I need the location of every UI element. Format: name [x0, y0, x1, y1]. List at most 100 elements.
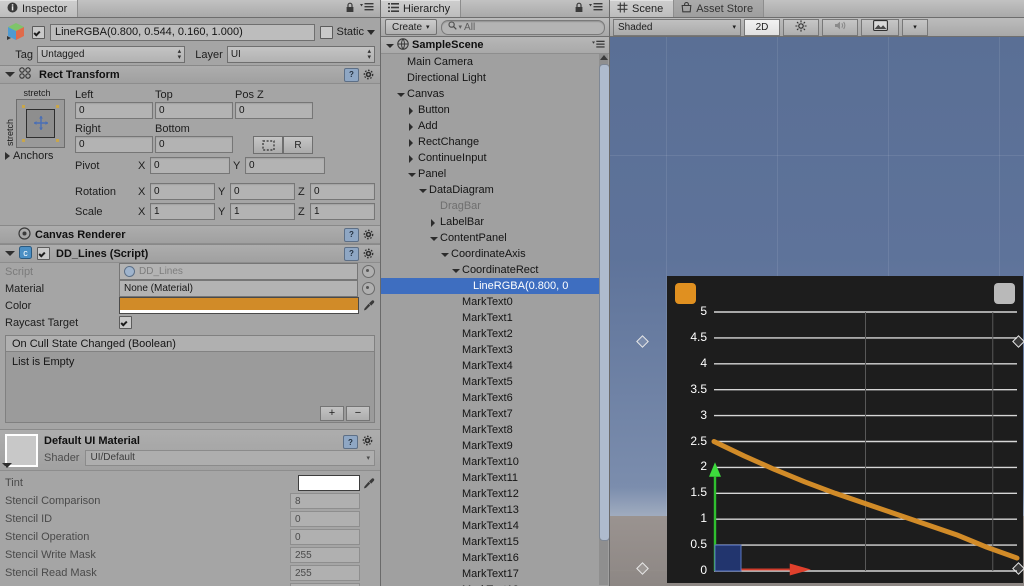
- dd-lines-enabled-checkbox[interactable]: [37, 247, 50, 260]
- hierarchy-item-button[interactable]: Button: [381, 102, 609, 118]
- scene-foldout-icon[interactable]: [385, 41, 394, 50]
- chevron-down-icon[interactable]: [451, 266, 460, 275]
- tab-hierarchy[interactable]: Hierarchy: [381, 0, 462, 17]
- hierarchy-item-marktext4[interactable]: MarkText4: [381, 358, 609, 374]
- event-add-button[interactable]: +: [320, 406, 344, 421]
- script-object-picker[interactable]: [362, 265, 375, 278]
- hierarchy-item-marktext15[interactable]: MarkText15: [381, 534, 609, 550]
- shader-dropdown[interactable]: UI/Default ▾: [85, 449, 375, 466]
- scene-effects-toggle[interactable]: [861, 18, 899, 36]
- draw-mode-dropdown[interactable]: Shaded ▾: [613, 18, 741, 36]
- scale-x-input[interactable]: 1: [150, 203, 215, 220]
- hierarchy-item-labelbar[interactable]: LabelBar: [381, 214, 609, 230]
- hierarchy-item-linergba-0-800-0[interactable]: LineRGBA(0.800, 0: [381, 278, 609, 294]
- anchors-foldout[interactable]: Anchors: [5, 150, 69, 162]
- foldout-icon[interactable]: [2, 463, 12, 468]
- gear-icon[interactable]: [362, 435, 374, 447]
- gear-icon[interactable]: [363, 69, 375, 81]
- hierarchy-item-canvas[interactable]: Canvas: [381, 86, 609, 102]
- tab-asset-store[interactable]: Asset Store: [674, 0, 765, 17]
- scale-z-input[interactable]: 1: [310, 203, 375, 220]
- hierarchy-item-marktext5[interactable]: MarkText5: [381, 374, 609, 390]
- chevron-down-icon[interactable]: [440, 250, 449, 259]
- hierarchy-item-marktext12[interactable]: MarkText12: [381, 486, 609, 502]
- hierarchy-item-marktext11[interactable]: MarkText11: [381, 470, 609, 486]
- scale-y-input[interactable]: 1: [230, 203, 295, 220]
- hamburger-menu-icon[interactable]: [360, 2, 374, 15]
- raycast-target-checkbox[interactable]: [119, 316, 132, 329]
- hierarchy-item-marktext0[interactable]: MarkText0: [381, 294, 609, 310]
- hierarchy-item-marktext14[interactable]: MarkText14: [381, 518, 609, 534]
- posz-input[interactable]: 0: [235, 102, 313, 119]
- hierarchy-item-marktext13[interactable]: MarkText13: [381, 502, 609, 518]
- eyedropper-icon[interactable]: [363, 477, 375, 490]
- hierarchy-item-marktext16[interactable]: MarkText16: [381, 550, 609, 566]
- right-input[interactable]: 0: [75, 136, 153, 153]
- anchor-preset-widget[interactable]: stretch stretch Anchors: [5, 88, 69, 220]
- rotation-z-input[interactable]: 0: [310, 183, 375, 200]
- blueprint-mode-button[interactable]: [253, 136, 283, 154]
- scrollbar-up-arrow-icon[interactable]: [600, 55, 608, 60]
- chevron-right-icon[interactable]: [407, 154, 416, 163]
- dd-lines-header[interactable]: c DD_Lines (Script) ?: [0, 245, 380, 263]
- scene-effects-dropdown[interactable]: ▾: [902, 18, 928, 36]
- color-swatch-field[interactable]: [119, 297, 359, 314]
- pivot-x-input[interactable]: 0: [150, 157, 230, 174]
- static-checkbox[interactable]: [320, 25, 334, 39]
- hierarchy-item-marktext18[interactable]: MarkText18: [381, 582, 609, 586]
- hierarchy-item-marktext3[interactable]: MarkText3: [381, 342, 609, 358]
- layer-dropdown[interactable]: UI ▴ ▾: [226, 46, 375, 63]
- scene-root-row[interactable]: SampleScene: [381, 37, 609, 54]
- eyedropper-icon[interactable]: [363, 299, 375, 312]
- lock-icon[interactable]: [345, 2, 355, 16]
- help-icon[interactable]: ?: [344, 246, 359, 261]
- hierarchy-item-dragbar[interactable]: DragBar: [381, 198, 609, 214]
- toggle-2d-button[interactable]: 2D: [744, 18, 780, 36]
- chevron-right-icon[interactable]: [429, 218, 438, 227]
- scene-context-menu-icon[interactable]: [592, 40, 605, 51]
- lock-icon[interactable]: [574, 2, 584, 16]
- static-dropdown-icon[interactable]: [367, 29, 375, 35]
- material-object-field[interactable]: None (Material): [119, 280, 358, 297]
- chevron-down-icon[interactable]: [396, 90, 405, 99]
- hierarchy-item-marktext6[interactable]: MarkText6: [381, 390, 609, 406]
- gear-icon[interactable]: [363, 229, 375, 241]
- selection-handle[interactable]: [1012, 562, 1024, 575]
- hierarchy-item-marktext1[interactable]: MarkText1: [381, 310, 609, 326]
- help-icon[interactable]: ?: [343, 435, 358, 449]
- material-object-picker[interactable]: [362, 282, 375, 295]
- stencil-comparison-input[interactable]: 8: [290, 493, 360, 509]
- hierarchy-item-coordinaterect[interactable]: CoordinateRect: [381, 262, 609, 278]
- rotation-y-input[interactable]: 0: [230, 183, 295, 200]
- gameobject-name-field[interactable]: LineRGBA(0.800, 0.544, 0.160, 1.000): [50, 23, 316, 41]
- scene-lighting-toggle[interactable]: [783, 18, 819, 36]
- chevron-right-icon[interactable]: [407, 138, 416, 147]
- tab-inspector[interactable]: Inspector: [0, 0, 79, 17]
- gear-icon[interactable]: [363, 248, 375, 260]
- material-header[interactable]: Default UI Material Shader UI/Default ▾ …: [0, 430, 380, 470]
- hamburger-menu-icon[interactable]: [589, 2, 603, 15]
- stencil-operation-input[interactable]: 0: [290, 529, 360, 545]
- chevron-down-icon[interactable]: [429, 234, 438, 243]
- top-input[interactable]: 0: [155, 102, 233, 119]
- hierarchy-item-marktext7[interactable]: MarkText7: [381, 406, 609, 422]
- hierarchy-item-coordinateaxis[interactable]: CoordinateAxis: [381, 246, 609, 262]
- hierarchy-item-marktext2[interactable]: MarkText2: [381, 326, 609, 342]
- hierarchy-item-panel[interactable]: Panel: [381, 166, 609, 182]
- chevron-right-icon[interactable]: [407, 106, 416, 115]
- canvas-renderer-header[interactable]: Canvas Renderer ?: [0, 226, 380, 244]
- selection-handle[interactable]: [636, 562, 649, 575]
- hierarchy-item-directional-light[interactable]: Directional Light: [381, 70, 609, 86]
- anchor-preset-box[interactable]: [16, 99, 65, 148]
- selection-handle[interactable]: [636, 335, 649, 348]
- help-icon[interactable]: ?: [344, 67, 359, 82]
- hierarchy-scrollbar[interactable]: [599, 54, 609, 585]
- hierarchy-item-add[interactable]: Add: [381, 118, 609, 134]
- rotation-x-input[interactable]: 0: [150, 183, 215, 200]
- scene-audio-toggle[interactable]: [822, 18, 858, 36]
- pivot-y-input[interactable]: 0: [245, 157, 325, 174]
- script-object-field[interactable]: DD_Lines: [119, 263, 358, 280]
- tag-dropdown[interactable]: Untagged ▴ ▾: [37, 46, 186, 63]
- left-input[interactable]: 0: [75, 102, 153, 119]
- help-icon[interactable]: ?: [344, 227, 359, 242]
